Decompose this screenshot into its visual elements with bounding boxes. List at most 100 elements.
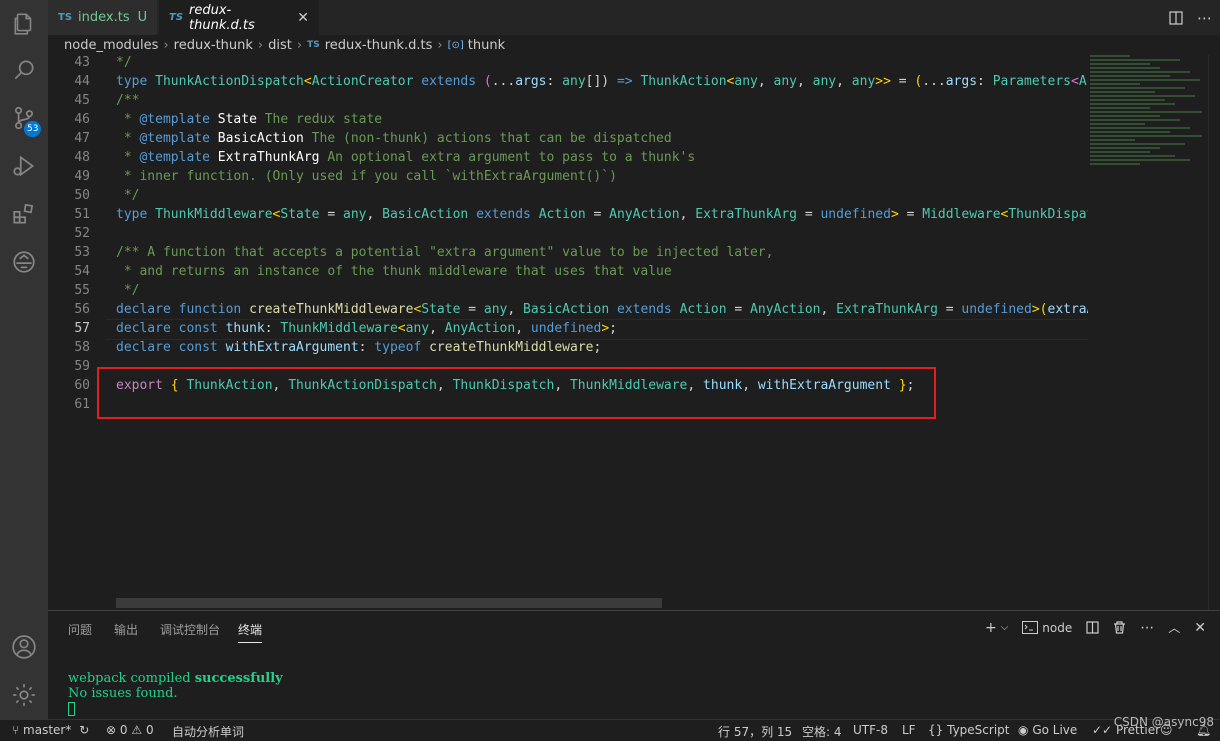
line-number: 58 (74, 340, 90, 355)
terminal-text: webpack compiled (68, 671, 195, 686)
breadcrumb-item[interactable]: redux-thunk (174, 38, 253, 53)
maximize-panel-icon[interactable]: ︿ (1168, 619, 1180, 636)
branch-name: master* (23, 723, 72, 737)
run-debug-icon[interactable] (0, 142, 48, 190)
status-bar: ⑂ master* ↻ ⊗ 0 ⚠ 0 自动分析单词 行 57，列 15 空格:… (0, 719, 1220, 741)
tab-label: redux-thunk.d.ts (189, 2, 255, 33)
remote-explorer-icon[interactable] (0, 238, 48, 286)
cursor-position[interactable]: 行 57，列 15 (718, 723, 792, 740)
breadcrumb-symbol[interactable]: thunk (468, 38, 505, 53)
terminal-line: webpack compiled successfully (68, 671, 283, 686)
code-line: 46 * @template State The redux state (48, 110, 1088, 129)
language-label: TypeScript (947, 723, 1010, 737)
problems-status[interactable]: ⊗ 0 ⚠ 0 (106, 723, 154, 737)
braces-icon: {} (928, 723, 944, 737)
code-line: 49 * inner function. (Only used if you c… (48, 167, 1088, 186)
tab-output[interactable]: 输出 (114, 621, 138, 638)
eol-status[interactable]: LF (902, 723, 916, 737)
terminal-line: No issues found. (68, 686, 283, 701)
breadcrumb: node_modules › redux-thunk › dist › TS r… (48, 35, 1220, 55)
line-number: 46 (74, 112, 90, 127)
line-number: 59 (74, 359, 90, 374)
terminal-output[interactable]: webpack compiled successfully No issues … (68, 671, 283, 716)
tab-debug-console[interactable]: 调试控制台 (160, 621, 220, 638)
breadcrumb-item[interactable]: dist (268, 38, 292, 53)
code-line: 45/** (48, 91, 1088, 110)
line-number: 53 (74, 245, 90, 260)
chevron-right-icon: › (257, 37, 264, 53)
tab-label: index.ts (78, 10, 130, 25)
explorer-icon[interactable] (0, 0, 48, 48)
editor-actions: ⋯ (1169, 0, 1212, 35)
editor-tab-bar: TS index.ts U TS redux-thunk.d.ts ✕ ⋯ (48, 0, 1220, 35)
language-mode[interactable]: {} TypeScript (928, 723, 1009, 737)
line-number: 61 (74, 397, 90, 412)
vertical-scrollbar[interactable] (1208, 55, 1220, 610)
tab-problems[interactable]: 问题 (68, 621, 92, 638)
go-live-label: Go Live (1032, 723, 1078, 737)
bottom-panel: 问题 输出 调试控制台 终端 + ⌵ node ⋯ ︿ ✕ webpack co… (48, 610, 1220, 719)
terminal-icon (1022, 621, 1039, 634)
settings-gear-icon[interactable] (0, 671, 48, 719)
indentation-status[interactable]: 空格: 4 (802, 723, 842, 740)
trash-icon[interactable] (1113, 621, 1126, 634)
line-number: 43 (74, 55, 90, 70)
go-live-button[interactable]: ◉ Go Live (1018, 723, 1077, 737)
line-number: 51 (74, 207, 90, 222)
untracked-status: U (137, 10, 148, 25)
tab-redux-thunk-dts[interactable]: TS redux-thunk.d.ts ✕ (159, 0, 319, 35)
horizontal-scrollbar[interactable] (116, 598, 662, 608)
typescript-file-icon: TS (169, 12, 184, 23)
minimap[interactable] (1090, 55, 1208, 185)
search-icon[interactable] (0, 46, 48, 94)
account-icon[interactable] (0, 623, 48, 671)
task-status[interactable]: 自动分析单词 (172, 723, 244, 740)
code-line: 51 type ThunkMiddleware<State = any, Basi… (48, 205, 1088, 224)
source-control-badge: 53 (24, 121, 42, 137)
encoding-status[interactable]: UTF-8 (853, 723, 888, 737)
split-editor-icon[interactable] (1169, 10, 1183, 25)
close-icon[interactable]: ✕ (297, 10, 309, 26)
terminal-cursor (68, 701, 75, 716)
code-line: 58 declare const withExtraArgument: typeo… (48, 338, 1088, 357)
line-number: 57 (74, 321, 90, 336)
line-number: 48 (74, 150, 90, 165)
extensions-icon[interactable] (0, 190, 48, 238)
sync-icon[interactable]: ↻ (79, 723, 89, 737)
new-terminal-icon[interactable]: + (985, 620, 997, 636)
git-branch-icon: ⑂ (12, 723, 20, 737)
terminal-shell-selector[interactable]: node (1022, 621, 1072, 635)
close-panel-icon[interactable]: ✕ (1194, 620, 1206, 636)
line-number: 47 (74, 131, 90, 146)
tab-index-ts[interactable]: TS index.ts U (48, 0, 158, 35)
chevron-right-icon: › (437, 37, 443, 53)
line-number: 44 (74, 74, 90, 89)
branch-status[interactable]: ⑂ master* ↻ (12, 723, 89, 737)
split-terminal-icon[interactable] (1086, 621, 1099, 634)
terminal-text: No issues found. (68, 686, 178, 701)
panel-actions: + ⌵ node ⋯ ︿ ✕ (985, 619, 1206, 636)
double-check-icon: ✓✓ (1092, 723, 1113, 737)
code-line: 44 type ThunkActionDispatch<ActionCreator… (48, 72, 1088, 91)
typescript-file-icon: TS (307, 40, 320, 50)
line-number: 49 (74, 169, 90, 184)
activity-bar: 53 (0, 0, 48, 719)
breadcrumb-item[interactable]: node_modules (64, 38, 158, 53)
error-icon: ⊗ (106, 723, 117, 737)
error-count: 0 (119, 723, 128, 737)
source-control-icon[interactable]: 53 (0, 94, 48, 142)
code-line: 56 declare function createThunkMiddleware… (48, 300, 1088, 319)
line-number: 50 (74, 188, 90, 203)
more-actions-icon[interactable]: ⋯ (1140, 620, 1154, 636)
more-actions-icon[interactable]: ⋯ (1197, 9, 1212, 27)
breadcrumb-file[interactable]: redux-thunk.d.ts (325, 38, 433, 53)
line-number: 54 (74, 264, 90, 279)
code-line: 54 * and returns an instance of the thun… (48, 262, 1088, 281)
code-line: 43 */ (48, 55, 1088, 72)
chevron-down-icon[interactable]: ⌵ (1001, 622, 1009, 633)
code-editor[interactable]: 43 */ 44 type ThunkActionDispatch<ActionCr… (48, 55, 1088, 610)
highlight-annotation-box (97, 367, 936, 419)
tab-terminal[interactable]: 终端 (238, 621, 263, 643)
terminal-success-text: successfully (194, 671, 283, 686)
warning-count: 0 (145, 723, 154, 737)
